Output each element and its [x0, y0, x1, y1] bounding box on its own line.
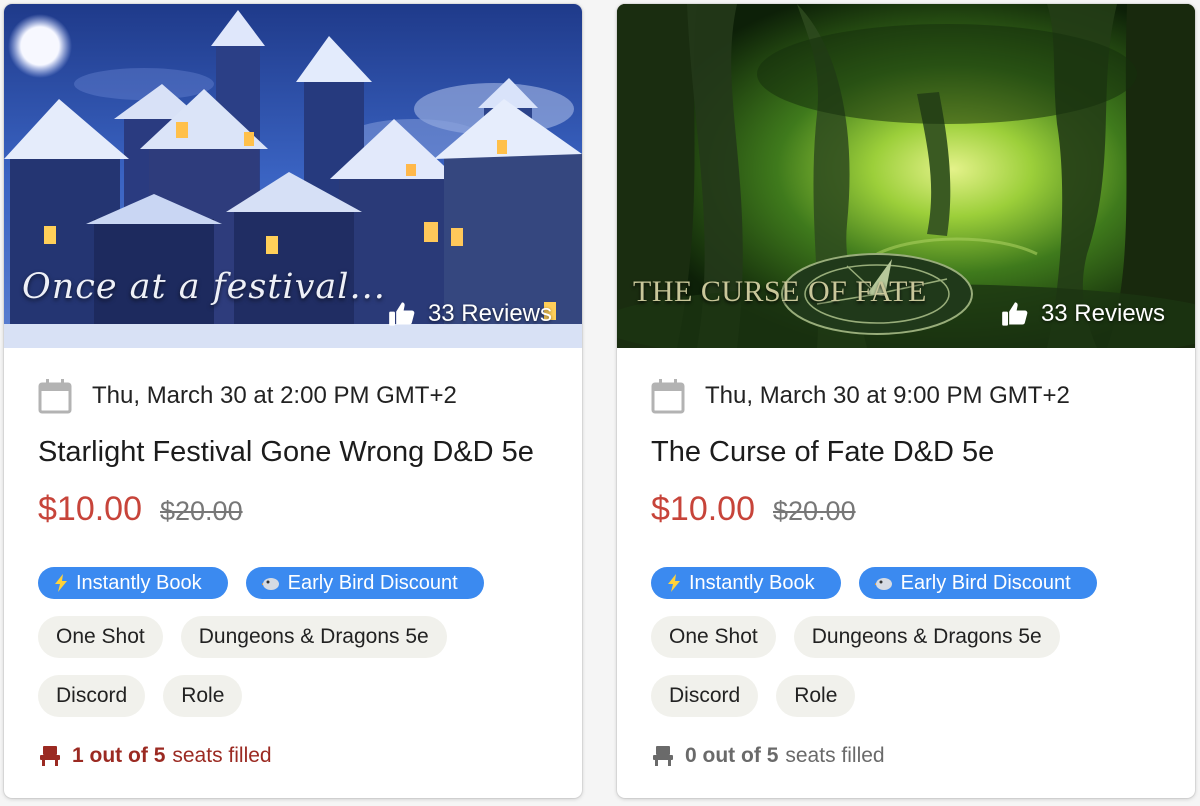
original-price: $20.00 [160, 496, 243, 526]
lightning-icon [55, 574, 67, 592]
seats-out-of: out of [702, 744, 761, 767]
tag-discord[interactable]: Discord [651, 675, 759, 717]
current-price: $10.00 [38, 490, 142, 528]
event-card-curse-of-fate[interactable]: THE CURSE OF FATE 33 Reviews Thu, March … [617, 4, 1195, 798]
game-title[interactable]: Starlight Festival Gone Wrong D&D 5e [38, 436, 534, 469]
reviews-label: 33 Reviews [427, 300, 552, 327]
event-date: Thu, March 30 at 2:00 PM GMT+2 [38, 378, 457, 414]
event-date: Thu, March 30 at 9:00 PM GMT+2 [651, 378, 1070, 414]
instantly-book-badge: Instantly Book [38, 567, 228, 599]
cover-title-text: Once at a festival... [22, 267, 386, 307]
seat-icon [653, 746, 673, 766]
event-date-text: Thu, March 30 at 9:00 PM GMT+2 [705, 382, 1070, 409]
event-cover-image[interactable]: THE CURSE OF FATE 33 Reviews [617, 4, 1195, 348]
seats-filled-status: 1 out of 5 seats filled [38, 744, 272, 768]
event-cover-image[interactable]: Once at a festival... 33 Reviews [4, 4, 582, 348]
price-row: $10.00 $20.00 [38, 490, 243, 529]
current-price: $10.00 [651, 490, 755, 528]
game-title[interactable]: The Curse of Fate D&D 5e [651, 436, 994, 469]
price-row: $10.00 $20.00 [651, 490, 856, 529]
reviews-count[interactable]: 33 Reviews [1001, 300, 1165, 328]
seats-total: 5 [766, 744, 779, 767]
event-card-starlight-festival[interactable]: Once at a festival... 33 Reviews Thu, Ma… [4, 4, 582, 798]
badge-label: Instantly Book [76, 571, 202, 594]
seats-filled-count: 1 [72, 744, 84, 767]
seats-total: 5 [153, 744, 166, 767]
tag-discord[interactable]: Discord [38, 675, 146, 717]
calendar-icon [651, 379, 685, 414]
tag-role[interactable]: Role [776, 675, 856, 717]
seats-suffix: seats filled [172, 744, 272, 767]
original-price: $20.00 [773, 496, 856, 526]
reviews-count[interactable]: 33 Reviews [388, 300, 552, 328]
bird-icon [261, 578, 279, 590]
seats-suffix: seats filled [785, 744, 885, 767]
badge-label: Instantly Book [689, 571, 815, 594]
early-bird-discount-badge: Early Bird Discount [858, 567, 1097, 599]
calendar-icon [38, 379, 72, 414]
seats-out-of: out of [89, 744, 148, 767]
tag-role[interactable]: Role [163, 675, 243, 717]
instantly-book-badge: Instantly Book [651, 567, 841, 599]
tag-one-shot[interactable]: One Shot [38, 616, 163, 658]
tag-dnd-5e[interactable]: Dungeons & Dragons 5e [180, 616, 447, 658]
lightning-icon [668, 574, 680, 592]
reviews-label: 33 Reviews [1040, 300, 1165, 327]
seats-filled-status: 0 out of 5 seats filled [651, 744, 885, 768]
tag-one-shot[interactable]: One Shot [651, 616, 776, 658]
cover-title-text: THE CURSE OF FATE [633, 275, 927, 308]
bird-icon [874, 578, 892, 590]
thumbs-up-icon [389, 302, 415, 326]
thumbs-up-icon [1002, 302, 1028, 326]
badge-label: Early Bird Discount [287, 571, 458, 594]
event-date-text: Thu, March 30 at 2:00 PM GMT+2 [92, 382, 457, 409]
seat-icon [40, 746, 60, 766]
seats-filled-count: 0 [685, 744, 697, 767]
early-bird-discount-badge: Early Bird Discount [245, 567, 484, 599]
badge-label: Early Bird Discount [900, 571, 1071, 594]
tag-dnd-5e[interactable]: Dungeons & Dragons 5e [793, 616, 1060, 658]
